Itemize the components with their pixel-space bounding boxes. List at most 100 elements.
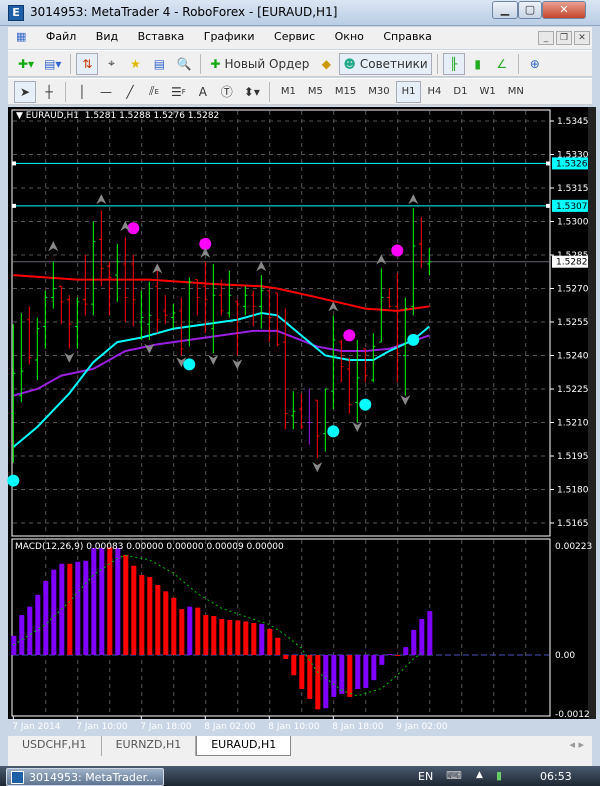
macd-y-tick-label: 0.00	[555, 651, 575, 661]
signal-dot-cyan	[327, 425, 340, 438]
macd-bar	[19, 615, 25, 655]
macd-bar	[363, 655, 369, 689]
y-tick-label: 1.5300	[557, 218, 589, 228]
macd-bar	[131, 565, 137, 655]
macd-bar	[219, 618, 225, 655]
hline-handle	[546, 161, 550, 166]
hline-handle	[12, 161, 16, 166]
macd-bar	[187, 606, 193, 655]
taskbar-item-metatrader[interactable]: 3014953: MetaTrader...	[6, 768, 164, 786]
macd-bar	[323, 655, 329, 709]
macd-header: MACD(12,26,9) 0.00083 0.00000 0.00000 0.…	[15, 542, 284, 552]
macd-bar	[27, 606, 33, 655]
tab-euraud[interactable]: EURAUD,H1	[196, 736, 292, 756]
macd-bar	[67, 563, 73, 655]
macd-bar	[139, 575, 145, 655]
macd-bar	[283, 655, 289, 659]
y-tick-label: 1.5270	[557, 285, 589, 295]
macd-y-tick-label: 0.00223	[555, 542, 592, 552]
macd-bar	[195, 607, 201, 655]
x-tick-label: 7 Jan 10:00	[76, 722, 128, 732]
fractal-down-arrow-icon	[312, 462, 323, 473]
macd-bar	[99, 547, 105, 655]
macd-bar	[35, 594, 41, 655]
fractal-up-arrow-icon	[408, 194, 419, 205]
moving-average-fast	[12, 312, 430, 448]
hline-handle	[12, 203, 16, 208]
macd-bar	[267, 628, 273, 655]
fractal-down-arrow-icon	[208, 354, 219, 365]
signal-dot-magenta	[391, 244, 404, 257]
x-tick-label: 9 Jan 02:00	[396, 722, 448, 732]
macd-bar	[371, 655, 377, 681]
signal-dot-magenta	[127, 222, 140, 235]
macd-bar	[307, 655, 313, 699]
macd-bar	[427, 611, 433, 655]
tab-scroll-arrows-icon[interactable]: ◂ ▸	[561, 736, 592, 756]
macd-bar	[347, 655, 353, 697]
current-price-label: 1.5282	[556, 258, 588, 268]
y-tick-label: 1.5225	[557, 385, 589, 395]
signal-dot-cyan	[7, 474, 20, 487]
macd-bar	[379, 655, 385, 665]
y-tick-label: 1.5315	[557, 184, 589, 194]
macd-bar	[243, 621, 249, 655]
y-tick-label: 1.5180	[557, 486, 589, 496]
macd-bar	[235, 620, 241, 655]
keyboard-icon[interactable]: ⌨	[446, 769, 462, 782]
x-tick-label: 8 Jan 10:00	[268, 722, 320, 732]
fractal-up-arrow-icon	[96, 194, 107, 205]
signal-dot-cyan	[183, 358, 196, 371]
signal-dot-cyan	[359, 398, 372, 411]
macd-bar	[339, 655, 345, 694]
fractal-down-arrow-icon	[64, 352, 75, 363]
macd-bar	[211, 616, 217, 655]
fractal-up-arrow-icon	[256, 261, 267, 272]
fractal-up-arrow-icon	[376, 254, 387, 265]
collapse-icon[interactable]: ▼	[16, 111, 23, 121]
taskbar: 3014953: MetaTrader... EN ⌨ ▲ ▮ 06:53	[0, 766, 600, 786]
macd-y-tick-label: -0.0012	[555, 710, 590, 720]
macd-bar	[107, 547, 113, 655]
language-indicator[interactable]: EN	[418, 770, 433, 783]
y-tick-label: 1.5240	[557, 352, 589, 362]
price-panel-frame	[11, 109, 551, 537]
taskbar-item-label: 3014953: MetaTrader...	[29, 771, 157, 784]
macd-bar	[51, 569, 57, 655]
hline-price-label: 1.5326	[556, 159, 588, 169]
macd-bar	[43, 581, 49, 655]
macd-bar	[171, 597, 177, 655]
clock[interactable]: 06:53	[540, 770, 572, 783]
x-tick-label: 7 Jan 18:00	[140, 722, 192, 732]
macd-bar	[275, 637, 281, 655]
network-icon[interactable]: ▮	[496, 769, 502, 782]
macd-bar	[91, 547, 97, 655]
chart-ohlc: 1.5281 1.5288 1.5276 1.5282	[84, 111, 220, 121]
metatrader-icon	[11, 771, 24, 784]
chart-tabs: USDCHF,H1 EURNZD,H1 EURAUD,H1 ◂ ▸	[8, 736, 592, 756]
y-tick-label: 1.5255	[557, 318, 589, 328]
macd-bar	[179, 609, 185, 655]
tab-usdchf[interactable]: USDCHF,H1	[8, 736, 102, 756]
tab-eurnzd[interactable]: EURNZD,H1	[102, 736, 197, 756]
macd-bar	[259, 623, 265, 655]
macd-bar	[355, 655, 361, 690]
macd-bar	[315, 655, 321, 710]
macd-bar	[155, 584, 161, 655]
macd-bar	[331, 655, 337, 697]
tray-expand-icon[interactable]: ▲	[476, 770, 483, 780]
signal-dot-cyan	[407, 333, 420, 346]
fractal-down-arrow-icon	[400, 395, 411, 406]
chart-header: ▼ EURAUD,H1 1.5281 1.5288 1.5276 1.5282	[16, 111, 219, 121]
macd-bar	[419, 618, 425, 655]
hline-handle	[546, 203, 550, 208]
macd-bar	[163, 591, 169, 655]
macd-bar	[291, 655, 297, 676]
macd-bar	[83, 560, 89, 655]
y-tick-label: 1.5165	[557, 519, 589, 529]
macd-bar	[403, 647, 409, 655]
fractal-up-arrow-icon	[48, 241, 59, 252]
macd-bar	[411, 629, 417, 655]
macd-bar	[395, 655, 401, 656]
macd-bar	[147, 577, 153, 655]
